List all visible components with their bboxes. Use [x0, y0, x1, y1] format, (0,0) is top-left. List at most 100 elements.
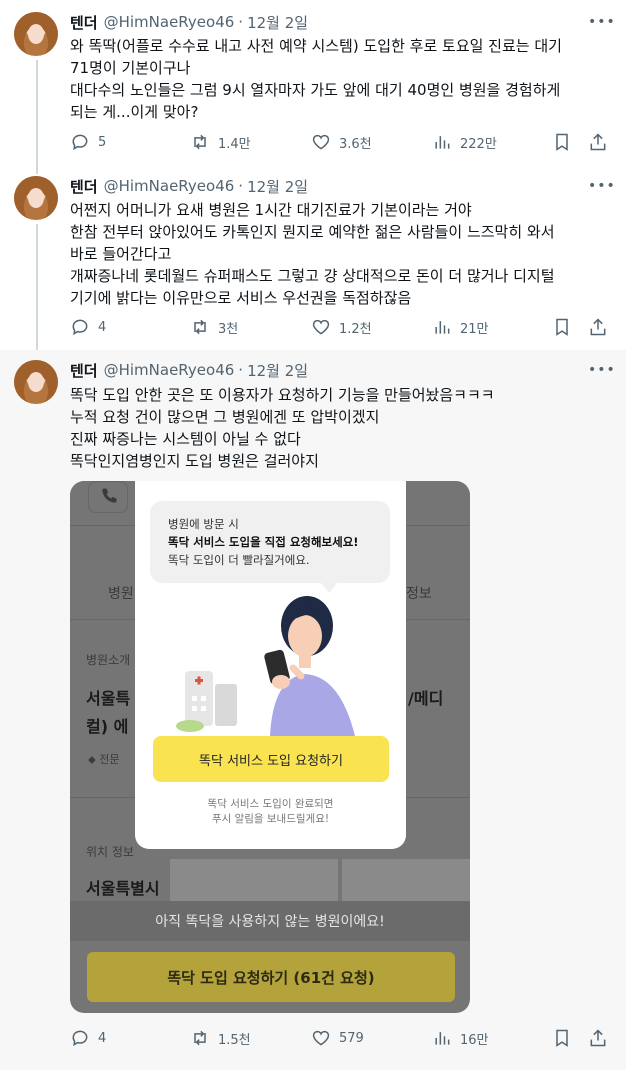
- avatar[interactable]: [14, 12, 58, 56]
- separator: ·: [238, 361, 244, 379]
- user-handle[interactable]: @HimNaeRyeo46: [104, 361, 235, 379]
- reply-button[interactable]: 4: [70, 316, 106, 338]
- separator: ·: [238, 177, 244, 195]
- tweet-line: 한참 전부터 앉아있어도 카톡인지 뭔지로 예약한 젊은 사람들이 느즈막히 와…: [70, 223, 555, 241]
- views-icon: [432, 132, 452, 152]
- like-button[interactable]: 1.2천: [311, 316, 372, 338]
- reply-count: 5: [98, 134, 107, 150]
- tweet-text: 어쩐지 어머니가 요새 병원은 1시간 대기진료가 기본이라는 거야 한참 전부…: [70, 199, 615, 309]
- tweet-date[interactable]: 12월 2일: [247, 12, 308, 33]
- tweet-actions: 4 3천 1.2천 21만: [70, 316, 615, 338]
- more-icon[interactable]: •••: [588, 178, 615, 198]
- views-button[interactable]: 21만: [432, 316, 489, 338]
- tag-label: ⬥ 전문: [88, 751, 119, 767]
- footnote-line: 똑닥 서비스 도입이 완료되면: [207, 798, 334, 810]
- location-label: 위치 정보: [86, 845, 134, 859]
- like-count: 579: [339, 1030, 364, 1046]
- tweet-media-image[interactable]: 병원 정보 병원소개 서울특 /메디 컬) 에 ⬥ 전문 위치 정보 서울특별시…: [70, 481, 470, 1013]
- bookmark-icon: [552, 317, 572, 337]
- request-service-button[interactable]: 똑닥 서비스 도입 요청하기: [153, 736, 389, 782]
- like-button[interactable]: 579: [311, 1027, 364, 1049]
- tweet-date[interactable]: 12월 2일: [247, 176, 308, 197]
- tweet-header: 텐더 @HimNaeRyeo46 · 12월 2일: [70, 360, 308, 380]
- reply-button[interactable]: 5: [70, 131, 106, 153]
- share-icon: [588, 1028, 608, 1048]
- share-button[interactable]: [588, 131, 608, 153]
- user-handle[interactable]: @HimNaeRyeo46: [104, 177, 235, 195]
- redacted-area: [170, 859, 338, 901]
- request-adoption-button[interactable]: 똑닥 도입 요청하기 (61건 요청): [87, 952, 455, 1002]
- retweet-button[interactable]: 1.5천: [190, 1027, 251, 1049]
- like-icon: [311, 317, 331, 337]
- bookmark-button[interactable]: [552, 1027, 572, 1049]
- tweet-line: 개짜증나네 롯데월드 슈퍼패스도 그렇고 걍 상대적으로 돈이 더 많거나 디지…: [70, 267, 555, 285]
- bookmark-icon: [552, 1028, 572, 1048]
- user-handle[interactable]: @HimNaeRyeo46: [104, 13, 235, 31]
- tweet-line: 진짜 짜증나는 시스템이 아닐 수 없다: [70, 430, 301, 448]
- tweet-text: 똑닥 도입 안한 곳은 또 이용자가 요청하기 기능을 만들어놨음ㅋㅋㅋ 누적 …: [70, 384, 615, 472]
- tweet-line: 대다수의 노인들은 그럼 9시 열자마자 가도 앞에 대기 40명인 병원을 경…: [70, 81, 561, 99]
- share-icon: [588, 132, 608, 152]
- retweet-icon: [190, 317, 210, 337]
- hospital-name: 서울특: [86, 689, 131, 708]
- retweet-icon: [190, 132, 210, 152]
- display-name[interactable]: 텐더: [70, 176, 98, 197]
- retweet-button[interactable]: 3천: [190, 316, 238, 338]
- more-icon[interactable]: •••: [588, 14, 615, 34]
- reply-icon: [70, 132, 90, 152]
- retweet-count: 3천: [218, 321, 239, 337]
- tweet-line: 71명이 기본이구나: [70, 59, 191, 77]
- avatar[interactable]: [14, 176, 58, 220]
- share-button[interactable]: [588, 1027, 608, 1049]
- retweet-count: 1.5천: [218, 1032, 251, 1048]
- reply-icon: [70, 1028, 90, 1048]
- like-button[interactable]: 3.6천: [311, 131, 372, 153]
- tweet[interactable]: 텐더 @HimNaeRyeo46 · 12월 2일 ••• 와 똑딱(어플로 수…: [0, 0, 626, 170]
- bubble-line: 똑닥 도입이 더 빨라질거에요.: [168, 553, 310, 567]
- share-icon: [588, 317, 608, 337]
- tweet-line: 어쩐지 어머니가 요새 병원은 1시간 대기진료가 기본이라는 거야: [70, 201, 472, 219]
- hospital-name-tail: /메디: [408, 689, 444, 708]
- views-button[interactable]: 16만: [432, 1027, 489, 1049]
- views-icon: [432, 317, 452, 337]
- retweet-button[interactable]: 1.4만: [190, 131, 251, 153]
- modal-footnote: 똑닥 서비스 도입이 완료되면 푸시 알림을 보내드릴게요!: [135, 797, 406, 827]
- tweet-line: 와 똑딱(어플로 수수료 내고 사전 예약 시스템) 도입한 후로 토요일 진료…: [70, 37, 562, 55]
- speech-bubble: 병원에 방문 시 똑닥 서비스 도입을 직접 요청해보세요! 똑닥 도입이 더 …: [150, 501, 390, 593]
- tab-info: 정보: [406, 586, 432, 602]
- location-value: 서울특별시: [86, 879, 160, 898]
- like-count: 3.6천: [339, 136, 372, 152]
- like-icon: [311, 132, 331, 152]
- bookmark-button[interactable]: [552, 131, 572, 153]
- views-button[interactable]: 222만: [432, 131, 497, 153]
- views-icon: [432, 1028, 452, 1048]
- more-icon[interactable]: •••: [588, 362, 615, 382]
- reply-icon: [70, 317, 90, 337]
- reply-count: 4: [98, 319, 107, 335]
- views-count: 16만: [460, 1032, 489, 1048]
- like-count: 1.2천: [339, 321, 372, 337]
- section-intro: 병원소개: [86, 653, 131, 667]
- display-name[interactable]: 텐더: [70, 360, 98, 381]
- reply-count: 4: [98, 1030, 107, 1046]
- tweet-actions: 5 1.4만 3.6천 222만: [70, 131, 615, 153]
- tweet-date[interactable]: 12월 2일: [247, 360, 308, 381]
- reply-button[interactable]: 4: [70, 1027, 106, 1049]
- avatar[interactable]: [14, 360, 58, 404]
- redacted-area: [342, 859, 470, 901]
- tweet-actions: 4 1.5천 579 16만: [70, 1027, 615, 1049]
- bookmark-button[interactable]: [552, 316, 572, 338]
- display-name[interactable]: 텐더: [70, 12, 98, 33]
- woman-with-phone-illustration: [176, 596, 355, 736]
- request-modal: 병원에 방문 시 똑닥 서비스 도입을 직접 요청해보세요! 똑닥 도입이 더 …: [135, 481, 406, 849]
- share-button[interactable]: [588, 316, 608, 338]
- tweet[interactable]: 텐더 @HimNaeRyeo46 · 12월 2일 ••• 어쩐지 어머니가 요…: [0, 172, 626, 350]
- tweet-header: 텐더 @HimNaeRyeo46 · 12월 2일: [70, 12, 308, 32]
- tweet-line: 똑닥 도입 안한 곳은 또 이용자가 요청하기 기능을 만들어놨음ㅋㅋㅋ: [70, 386, 495, 404]
- tweet-line: 바로 들어간다고: [70, 245, 172, 263]
- tag-text: 전문: [99, 753, 120, 766]
- tweet-line: 누적 요청 건이 많으면 그 병원에겐 또 압박이겠지: [70, 408, 380, 426]
- tweet-line: 기기에 밝다는 이유만으로 서비스 우선권을 독점하잖음: [70, 289, 412, 307]
- tweet-line: 되는 게...이게 맞아?: [70, 103, 199, 121]
- phone-button: [88, 481, 128, 513]
